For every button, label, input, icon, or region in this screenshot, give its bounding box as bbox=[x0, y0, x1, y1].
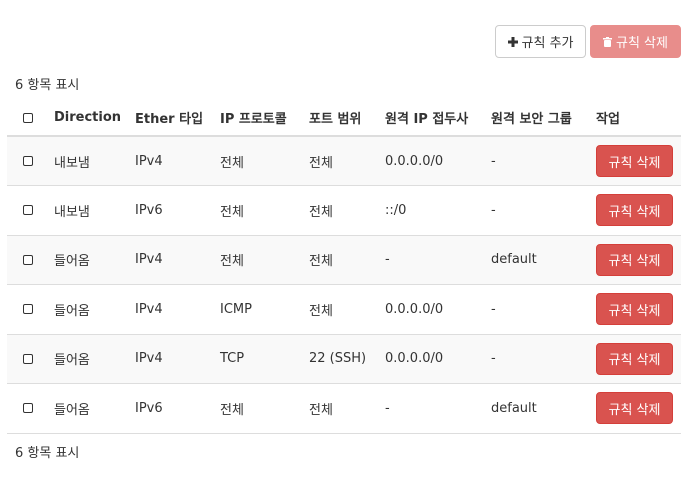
col-remote-security-group[interactable]: 원격 보안 그룹 bbox=[483, 100, 588, 137]
table-row: 내보냄 IPv4 전체 전체 0.0.0.0/0 - 규칙 삭제 bbox=[7, 135, 681, 186]
delete-rule-button[interactable]: 규칙 삭제 bbox=[596, 145, 673, 177]
cell-port-range: 전체 bbox=[301, 234, 377, 285]
cell-ip-protocol: 전체 bbox=[212, 135, 301, 186]
cell-ether-type: IPv4 bbox=[127, 234, 212, 285]
cell-remote-ip-prefix: 0.0.0.0/0 bbox=[377, 284, 483, 334]
cell-direction: 들어옴 bbox=[46, 234, 127, 285]
cell-ip-protocol: 전체 bbox=[212, 234, 301, 285]
plus-icon bbox=[507, 36, 518, 47]
delete-rules-label: 규칙 삭제 bbox=[616, 36, 668, 51]
select-all-cell bbox=[7, 100, 46, 137]
cell-port-range: 전체 bbox=[301, 383, 377, 434]
cell-remote-ip-prefix: 0.0.0.0/0 bbox=[377, 135, 483, 186]
cell-ether-type: IPv4 bbox=[127, 284, 212, 334]
cell-ether-type: IPv6 bbox=[127, 383, 212, 434]
cell-remote-security-group: default bbox=[483, 234, 588, 285]
rules-table: Direction Ether 타입 IP 프로토콜 포트 범위 원격 IP 접… bbox=[7, 100, 681, 434]
table-row: 들어옴 IPv4 전체 전체 - default 규칙 삭제 bbox=[7, 234, 681, 285]
col-direction[interactable]: Direction bbox=[46, 100, 127, 137]
cell-remote-security-group: default bbox=[483, 383, 588, 434]
table-row: 들어옴 IPv6 전체 전체 - default 규칙 삭제 bbox=[7, 383, 681, 434]
item-count-bottom: 6 항목 표시 bbox=[15, 446, 80, 461]
table-actions: 규칙 추가 규칙 삭제 bbox=[495, 25, 681, 58]
cell-port-range: 22 (SSH) bbox=[301, 333, 377, 384]
table-header-row: Direction Ether 타입 IP 프로토콜 포트 범위 원격 IP 접… bbox=[7, 100, 681, 137]
cell-direction: 들어옴 bbox=[46, 284, 127, 334]
cell-remote-security-group: - bbox=[483, 284, 588, 334]
cell-remote-ip-prefix: - bbox=[377, 383, 483, 434]
delete-rule-button[interactable]: 규칙 삭제 bbox=[596, 392, 673, 425]
row-checkbox[interactable] bbox=[23, 304, 33, 315]
cell-direction: 내보냄 bbox=[46, 185, 127, 235]
item-count-top: 6 항목 표시 bbox=[15, 78, 80, 93]
cell-direction: 들어옴 bbox=[46, 333, 127, 384]
cell-remote-security-group: - bbox=[483, 333, 588, 384]
delete-rules-button[interactable]: 규칙 삭제 bbox=[590, 25, 681, 58]
row-checkbox[interactable] bbox=[23, 156, 33, 166]
cell-ether-type: IPv4 bbox=[127, 135, 212, 186]
cell-remote-security-group: - bbox=[483, 185, 588, 235]
row-checkbox[interactable] bbox=[23, 353, 33, 364]
delete-rule-button[interactable]: 규칙 삭제 bbox=[596, 293, 673, 326]
cell-port-range: 전체 bbox=[301, 284, 377, 334]
cell-ip-protocol: TCP bbox=[212, 333, 301, 384]
trash-icon bbox=[603, 36, 612, 47]
cell-port-range: 전체 bbox=[301, 135, 377, 186]
cell-remote-ip-prefix: - bbox=[377, 234, 483, 285]
delete-rule-button[interactable]: 규칙 삭제 bbox=[596, 243, 673, 276]
table-row: 들어옴 IPv4 TCP 22 (SSH) 0.0.0.0/0 - 규칙 삭제 bbox=[7, 333, 681, 384]
cell-direction: 내보냄 bbox=[46, 135, 127, 186]
table-row: 들어옴 IPv4 ICMP 전체 0.0.0.0/0 - 규칙 삭제 bbox=[7, 284, 681, 334]
cell-remote-security-group: - bbox=[483, 135, 588, 186]
cell-remote-ip-prefix: ::/0 bbox=[377, 185, 483, 235]
cell-port-range: 전체 bbox=[301, 185, 377, 235]
row-checkbox[interactable] bbox=[23, 205, 33, 216]
cell-ether-type: IPv4 bbox=[127, 333, 212, 384]
add-rule-button[interactable]: 규칙 추가 bbox=[495, 25, 586, 58]
cell-ip-protocol: 전체 bbox=[212, 185, 301, 235]
row-checkbox[interactable] bbox=[23, 254, 33, 265]
delete-rule-button[interactable]: 규칙 삭제 bbox=[596, 194, 673, 227]
row-checkbox[interactable] bbox=[23, 403, 33, 414]
col-ether-type[interactable]: Ether 타입 bbox=[127, 100, 212, 137]
add-rule-label: 규칙 추가 bbox=[521, 36, 574, 51]
delete-rule-button[interactable]: 규칙 삭제 bbox=[596, 342, 673, 375]
cell-remote-ip-prefix: 0.0.0.0/0 bbox=[377, 333, 483, 384]
cell-ip-protocol: ICMP bbox=[212, 284, 301, 334]
cell-ether-type: IPv6 bbox=[127, 185, 212, 235]
col-remote-ip-prefix[interactable]: 원격 IP 접두사 bbox=[377, 100, 483, 137]
cell-direction: 들어옴 bbox=[46, 383, 127, 434]
security-group-rules-page: 규칙 추가 규칙 삭제 6 항목 표시 Direction Ether 타입 I… bbox=[0, 0, 691, 492]
table-row: 내보냄 IPv6 전체 전체 ::/0 - 규칙 삭제 bbox=[7, 185, 681, 235]
col-port-range[interactable]: 포트 범위 bbox=[301, 100, 377, 137]
col-ip-protocol[interactable]: IP 프로토콜 bbox=[212, 100, 301, 137]
cell-ip-protocol: 전체 bbox=[212, 383, 301, 434]
select-all-checkbox[interactable] bbox=[23, 112, 33, 123]
col-actions: 작업 bbox=[588, 100, 681, 137]
